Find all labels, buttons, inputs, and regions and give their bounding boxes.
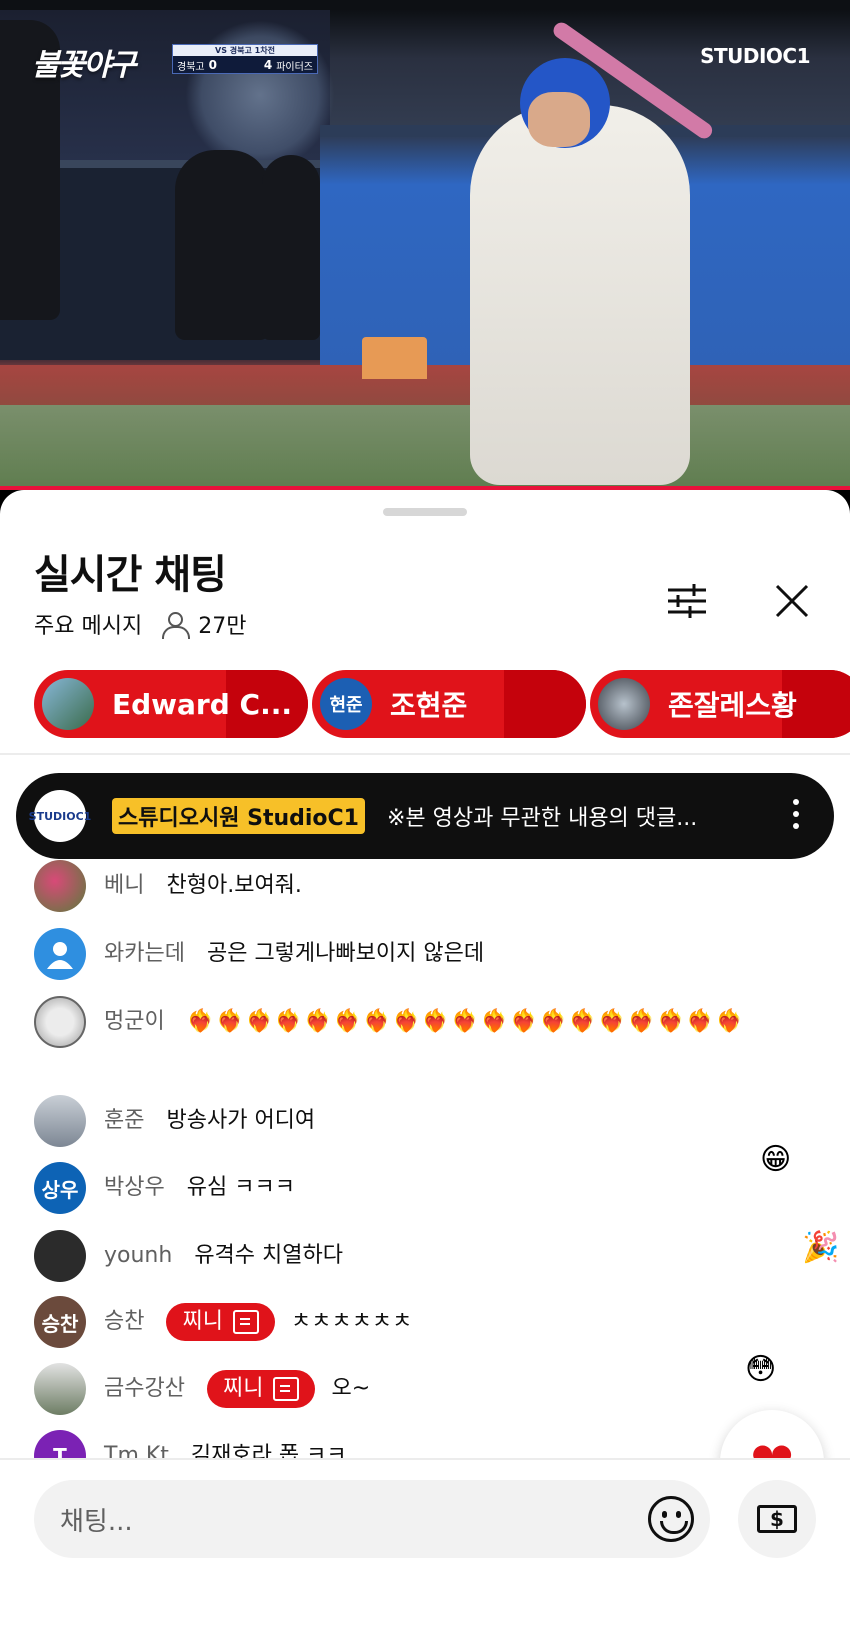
chat-message[interactable]: 와카는데 공은 그렇게나빠보이지 않은데 (34, 928, 814, 980)
filter-button[interactable] (660, 574, 714, 628)
money-icon: $ (757, 1505, 797, 1533)
message-text: 찬형아.보여줘. (166, 873, 302, 898)
default-user-icon (47, 942, 73, 969)
viewer-count: 27만 (160, 608, 246, 640)
orange-stool (362, 337, 427, 379)
sliders-icon (668, 584, 706, 618)
chat-list: 베니 찬형아.보여줘. 와카는데 공은 그렇게나빠보이지 않은데 멍군이 ❤️‍🔥❤️… (0, 760, 850, 1460)
supporter-pill[interactable]: 현준 조현준 (312, 670, 586, 738)
chat-bubble-icon (232, 1310, 259, 1334)
author-name: 와카는데 (104, 941, 185, 966)
chat-bubble-icon (273, 1377, 300, 1401)
show-logo: 불꽃야구 (32, 48, 136, 83)
avatar (34, 1363, 86, 1415)
panel-title: 실시간 채팅 (34, 552, 227, 598)
chat-message[interactable]: 상우 박상우 유심 ㅋㅋㅋ (34, 1162, 814, 1214)
message-text: 유심 ㅋㅋㅋ (186, 1175, 295, 1200)
chat-message[interactable]: 승찬 승찬 찌니 ㅊㅊㅊㅊㅊㅊ (34, 1296, 814, 1348)
chat-message[interactable]: 멍군이 ❤️‍🔥❤️‍🔥❤️‍🔥❤️‍🔥❤️‍🔥❤️‍🔥❤️‍🔥❤️‍🔥❤️‍🔥❤… (34, 996, 814, 1048)
avatar: 상우 (34, 1162, 86, 1214)
chat-message[interactable]: 베니 찬형아.보여줘. (34, 860, 814, 912)
author-name: 멍군이 (104, 1009, 165, 1034)
author-name: 베니 (104, 873, 145, 898)
person-icon (160, 610, 191, 639)
member-badge: 찌니 (206, 1370, 316, 1408)
avatar (34, 996, 86, 1048)
message-text: 오~ (331, 1376, 371, 1401)
avatar (34, 1230, 86, 1282)
field-grass (0, 405, 850, 490)
avatar: 승찬 (34, 1296, 86, 1348)
pill-timer-shade (504, 670, 586, 738)
chat-subtitle: 주요 메시지 27만 (34, 608, 246, 640)
divider (0, 753, 850, 755)
close-icon (775, 584, 809, 618)
avatar (34, 928, 86, 980)
supporter-name: 존잘레스황 (668, 689, 797, 722)
chat-input-placeholder: 채팅... (60, 1506, 133, 1537)
floating-reaction: 🎉 (802, 1230, 840, 1265)
video-player[interactable]: 불꽃야구 VS 경북고 1차전 경북고 0 4 파이터즈 STUDIOC1 (0, 0, 850, 490)
live-chat-panel: 실시간 채팅 주요 메시지 27만 Edward C... 현준 조현준 존잘레… (0, 490, 850, 1652)
team-b-name: 파이터즈 (276, 61, 313, 73)
viewer-count-value: 27만 (198, 614, 247, 639)
pinned-message[interactable]: STUDIOC1 스튜디오시원 StudioC1 ※본 영상과 무관한 내용의 … (16, 773, 834, 859)
supporter-pill[interactable]: Edward C... (34, 670, 308, 738)
chat-message[interactable]: 금수강산 찌니 오~ (34, 1363, 814, 1415)
channel-avatar: STUDIOC1 (29, 790, 91, 842)
supporter-name: 조현준 (390, 689, 468, 722)
emoji-icon[interactable] (648, 1496, 694, 1542)
message-text: 방송사가 어디여 (166, 1108, 316, 1133)
supporter-pill[interactable]: 존잘레스황 (590, 670, 850, 738)
avatar: 현준 (320, 678, 372, 730)
member-badge-label: 찌니 (222, 1376, 264, 1401)
team-a-score: 0 (208, 58, 217, 72)
author-name: 박상우 (104, 1175, 165, 1200)
scoreboard: VS 경북고 1차전 경북고 0 4 파이터즈 (172, 44, 318, 74)
team-a-name: 경북고 (177, 61, 205, 73)
avatar (34, 1095, 86, 1147)
chat-message[interactable]: younh 유격수 치열하다 (34, 1230, 814, 1282)
chat-input[interactable]: 채팅... (34, 1480, 710, 1558)
message-text: 유격수 치열하다 (194, 1243, 343, 1268)
member-badge-label: 찌니 (182, 1309, 223, 1334)
message-text: 공은 그렇게나빠보이지 않은데 (206, 941, 485, 966)
stadium-emblem (185, 20, 335, 170)
team-b-score: 4 (263, 58, 273, 72)
floating-reaction: 😳 (745, 1352, 777, 1387)
drag-handle[interactable] (383, 508, 467, 516)
avatar (42, 678, 94, 730)
batter-face (528, 92, 590, 147)
spectator-figure (262, 155, 320, 340)
chat-message[interactable]: T Tm Kt 김재호라 폽 ㅋㅋ (34, 1430, 814, 1460)
pinned-text: ※본 영상과 무관한 내용의 댓글... (386, 806, 698, 831)
chat-mode-selector[interactable]: 주요 메시지 (34, 608, 142, 640)
avatar (598, 678, 650, 730)
member-badge: 찌니 (166, 1303, 275, 1341)
author-name: younh (104, 1243, 173, 1268)
close-button[interactable] (765, 574, 819, 628)
message-text: ❤️‍🔥❤️‍🔥❤️‍🔥❤️‍🔥❤️‍🔥❤️‍🔥❤️‍🔥❤️‍🔥❤️‍🔥❤️‍🔥… (186, 1009, 746, 1034)
avatar (34, 860, 86, 912)
chat-input-bar: 채팅... $ (0, 1458, 850, 1652)
author-name: 금수강산 (104, 1376, 185, 1401)
super-chat-button[interactable]: $ (738, 1480, 816, 1558)
more-options-icon[interactable] (792, 799, 800, 833)
author-name: 훈준 (104, 1108, 145, 1133)
super-chat-ticker: Edward C... 현준 조현준 존잘레스황 (34, 670, 850, 740)
author-name: 승찬 (104, 1309, 145, 1334)
channel-owner-badge: 스튜디오시원 StudioC1 (112, 798, 365, 834)
batter-figure (470, 105, 690, 485)
channel-watermark: STUDIOC1 (700, 44, 810, 68)
spectator-figure (175, 150, 270, 340)
chat-message[interactable]: 훈준 방송사가 어디여 (34, 1095, 814, 1147)
supporter-name: Edward C... (112, 687, 292, 721)
floating-reaction: 😁 (760, 1142, 792, 1177)
message-text: ㅊㅊㅊㅊㅊㅊ (290, 1309, 413, 1334)
scoreboard-header: VS 경북고 1차전 (173, 45, 317, 56)
avatar: T (34, 1430, 86, 1460)
